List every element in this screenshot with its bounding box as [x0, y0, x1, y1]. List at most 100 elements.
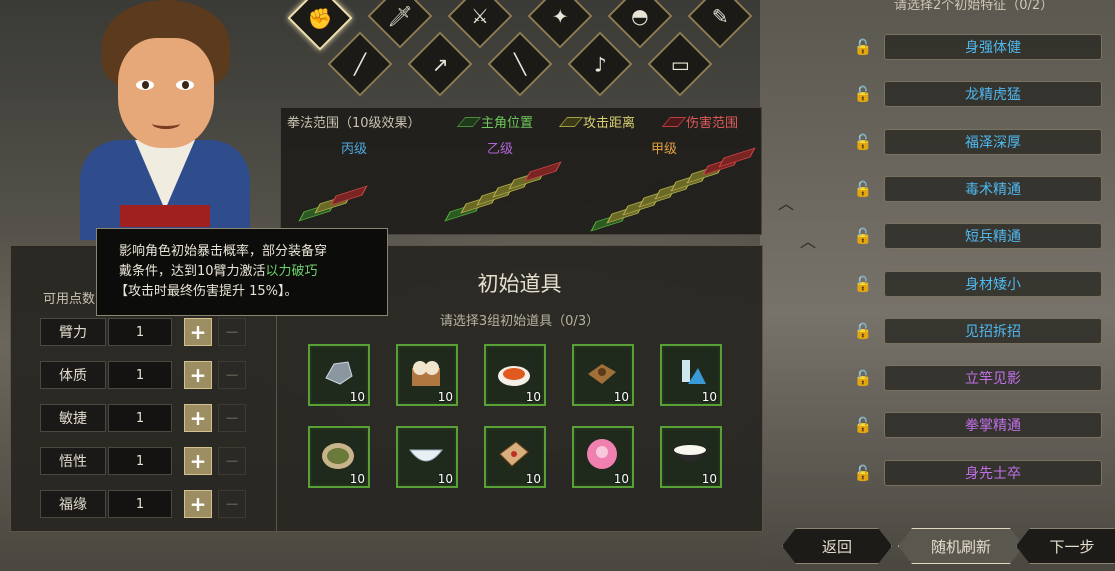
- tooltip-skill-name: 以力破巧: [265, 264, 318, 279]
- item-quantity: 10: [437, 390, 453, 404]
- pipa-icon: ♪: [593, 51, 607, 76]
- attribute-label: 敏捷: [40, 404, 106, 432]
- trait-button[interactable]: 身先士卒: [884, 459, 1102, 486]
- weapon-slot[interactable]: ✦: [527, 0, 593, 49]
- weapon-slot[interactable]: ⚔: [447, 0, 513, 49]
- random-refresh-button[interactable]: 随机刷新: [898, 528, 1024, 564]
- item-quantity: 10: [613, 390, 629, 404]
- trait-button[interactable]: 见招拆招: [884, 317, 1102, 344]
- weapon-slot[interactable]: 🗡: [367, 0, 433, 49]
- decrease-attribute-button[interactable]: −: [218, 318, 246, 346]
- dish-icon: [496, 354, 532, 390]
- item-slot[interactable]: 10: [484, 344, 546, 406]
- item-slot[interactable]: 10: [660, 426, 722, 488]
- attribute-tooltip: 影响角色初始暴击概率，部分装备穿 戴条件，达到10臂力激活以力破巧 【攻击时最终…: [96, 228, 388, 316]
- increase-attribute-button[interactable]: +: [184, 490, 212, 518]
- blade-icon: ⚔: [471, 3, 489, 28]
- steamed-bun-icon: [408, 354, 444, 390]
- attribute-row: 臂力 1 + −: [40, 318, 246, 346]
- trait-row[interactable]: 🔓 见招拆招: [852, 316, 1102, 346]
- staff-icon: ╱: [353, 51, 367, 76]
- available-points-label: 可用点数: [43, 292, 96, 307]
- trait-button[interactable]: 立竿见影: [884, 365, 1102, 392]
- decrease-attribute-button[interactable]: −: [218, 447, 246, 475]
- trait-row[interactable]: 🔓 拳掌精通: [852, 410, 1102, 440]
- sword-icon: 🗡: [387, 3, 413, 28]
- trait-button[interactable]: 身材矮小: [884, 270, 1102, 297]
- trait-row[interactable]: 🔓 立竿见影: [852, 363, 1102, 393]
- trait-row[interactable]: 🔓 福泽深厚: [852, 127, 1102, 157]
- item-slot[interactable]: 10: [308, 344, 370, 406]
- character-portrait: [80, 0, 250, 240]
- bowl-icon: [408, 436, 444, 472]
- item-quantity: 10: [613, 472, 629, 486]
- unlock-icon: 🔓: [853, 369, 873, 388]
- weapon-slot[interactable]: ◓: [607, 0, 673, 49]
- increase-attribute-button[interactable]: +: [184, 318, 212, 346]
- item-slot[interactable]: 10: [572, 344, 634, 406]
- unlock-icon: 🔓: [853, 85, 873, 104]
- item-slot[interactable]: 10: [396, 426, 458, 488]
- spear-icon: ↗: [431, 51, 449, 76]
- item-slot[interactable]: 10: [308, 426, 370, 488]
- weapon-slot[interactable]: ✎: [687, 0, 753, 49]
- ore-icon: [320, 354, 356, 390]
- unlock-icon: 🔓: [853, 274, 873, 293]
- increase-attribute-button[interactable]: +: [184, 447, 212, 475]
- attribute-value: 1: [108, 490, 172, 518]
- grade-c-label: 丙级: [341, 142, 368, 157]
- attribute-label: 臂力: [40, 318, 106, 346]
- trait-button[interactable]: 福泽深厚: [884, 128, 1102, 155]
- trait-button[interactable]: 短兵精通: [884, 223, 1102, 250]
- trait-row[interactable]: 🔓 短兵精通: [852, 221, 1102, 251]
- item-slot[interactable]: 10: [660, 344, 722, 406]
- weapon-slot[interactable]: ↗: [407, 31, 473, 97]
- item-slot[interactable]: 10: [572, 426, 634, 488]
- grade-a-label: 甲级: [651, 142, 678, 157]
- attribute-label: 福缘: [40, 490, 106, 518]
- brush-icon: ✎: [711, 3, 729, 28]
- rice-bowl-icon: [672, 436, 708, 472]
- trait-row[interactable]: 🔓 毒术精通: [852, 174, 1102, 204]
- trait-button[interactable]: 毒术精通: [884, 175, 1102, 202]
- attribute-row: 敏捷 1 + −: [40, 404, 246, 432]
- trait-row[interactable]: 🔓 身强体健: [852, 32, 1102, 62]
- trait-row[interactable]: 🔓 身材矮小: [852, 269, 1102, 299]
- decrease-attribute-button[interactable]: −: [218, 361, 246, 389]
- trait-button[interactable]: 龙精虎猛: [884, 81, 1102, 108]
- item-quantity: 10: [701, 472, 717, 486]
- weapon-slot[interactable]: ▭: [647, 31, 713, 97]
- item-quantity: 10: [349, 390, 365, 404]
- tooltip-line-3: 【攻击时最终伤害提升 15%】。: [115, 284, 298, 299]
- bird-icon: ︿: [778, 194, 795, 213]
- unlock-icon: 🔓: [853, 416, 873, 435]
- item-quantity: 10: [525, 472, 541, 486]
- traits-header: 请选择2个初始特征（0/2）: [894, 0, 1054, 13]
- weapon-slot[interactable]: ╱: [327, 31, 393, 97]
- trait-row[interactable]: 🔓 身先士卒: [852, 458, 1102, 488]
- increase-attribute-button[interactable]: +: [184, 404, 212, 432]
- trait-row[interactable]: 🔓 龙精虎猛: [852, 79, 1102, 109]
- unlock-icon: 🔓: [853, 38, 873, 56]
- item-quantity: 10: [349, 472, 365, 486]
- attribute-label: 悟性: [40, 447, 106, 475]
- item-slot[interactable]: 10: [396, 344, 458, 406]
- decrease-attribute-button[interactable]: −: [218, 490, 246, 518]
- flute-icon: ╲: [513, 51, 527, 76]
- unlock-icon: 🔓: [853, 179, 873, 198]
- range-tile: [524, 161, 562, 182]
- increase-attribute-button[interactable]: +: [184, 361, 212, 389]
- next-button[interactable]: 下一步: [1016, 528, 1115, 564]
- weapon-slot[interactable]: ♪: [567, 31, 633, 97]
- pink-bun-icon: [584, 436, 620, 472]
- herb-plate-icon: [320, 436, 356, 472]
- trait-button[interactable]: 拳掌精通: [884, 412, 1102, 439]
- weapon-slot[interactable]: ✊: [287, 0, 353, 51]
- tooltip-line-1: 影响角色初始暴击概率，部分装备穿: [119, 244, 328, 259]
- decrease-attribute-button[interactable]: −: [218, 404, 246, 432]
- unlock-icon: 🔓: [853, 227, 873, 246]
- trait-button[interactable]: 身强体健: [884, 34, 1102, 60]
- item-slot[interactable]: 10: [484, 426, 546, 488]
- weapon-slot[interactable]: ╲: [487, 31, 553, 97]
- back-button[interactable]: 返回: [782, 528, 892, 564]
